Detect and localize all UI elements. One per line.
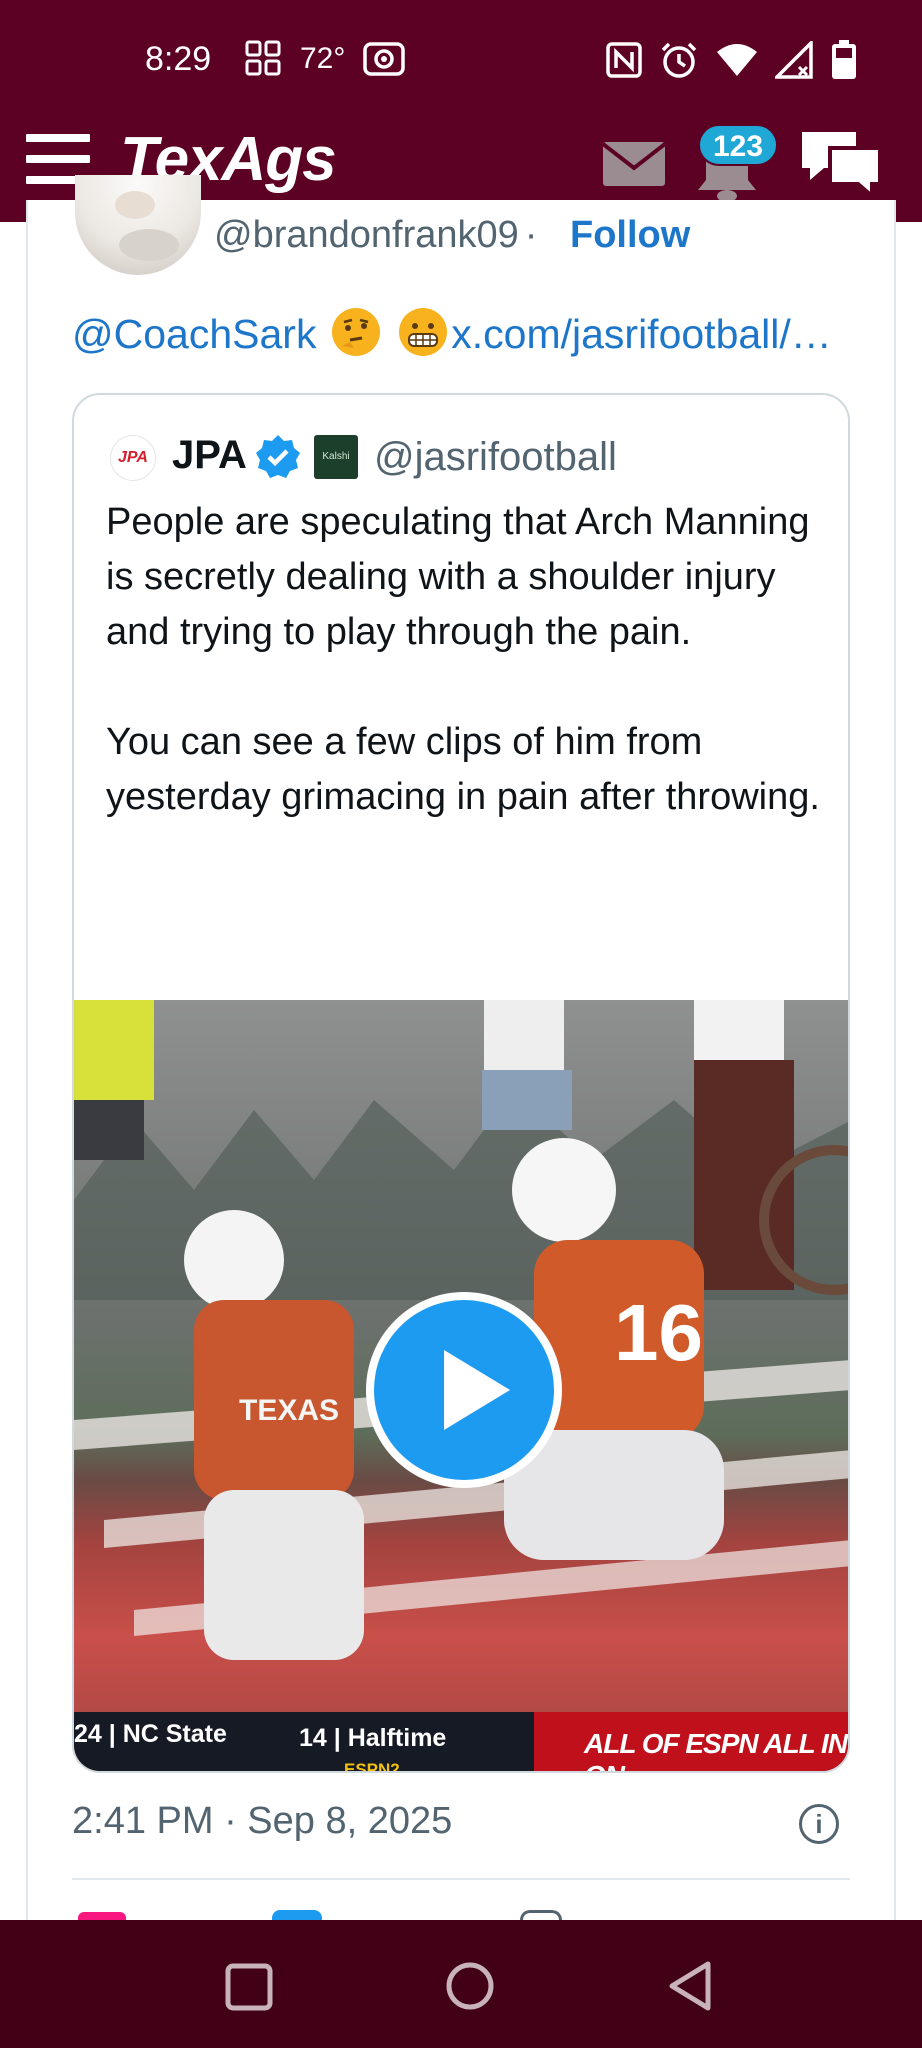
reply-icon[interactable] — [272, 1910, 322, 1920]
verified-badge-icon — [256, 435, 300, 478]
jpa-logo-icon[interactable]: JPA — [110, 435, 156, 481]
nfc-icon — [606, 42, 642, 78]
video-thumbnail[interactable]: TEXAS 16 24 | NC State 14 | Halftime ESP… — [74, 1000, 848, 1773]
status-icons-right — [605, 40, 857, 80]
battery-icon — [832, 40, 856, 79]
espn-banner: ALL OF ESPN ALL IN ON — [534, 1712, 848, 1771]
author-handle-text[interactable]: @brandonfrank09 — [214, 214, 519, 256]
mention-link[interactable]: @CoachSark — [72, 311, 316, 357]
mail-icon[interactable] — [603, 142, 665, 186]
widgets-icon — [245, 40, 281, 76]
post-text: @CoachSark x.com/jasrifootball/… — [72, 308, 832, 358]
thinking-face-icon — [331, 308, 380, 356]
cast-icon — [363, 42, 405, 76]
back-icon[interactable] — [660, 1958, 720, 2014]
status-time: 8:29 — [145, 40, 212, 78]
home-icon[interactable] — [440, 1958, 500, 2014]
quoted-tweet[interactable]: JPA JPA Kalshi @jasrifootball People are… — [72, 393, 850, 1773]
wifi-icon — [717, 44, 757, 76]
chat-icon[interactable] — [798, 128, 884, 200]
jersey-number: 16 — [614, 1288, 703, 1377]
share-icon[interactable] — [520, 1910, 562, 1920]
quoted-author-handle[interactable]: @jasrifootball — [374, 435, 617, 480]
handle-separator: · — [524, 214, 538, 256]
author-handle[interactable]: @brandonfrank09 · — [214, 214, 543, 257]
quoted-tweet-body: People are speculating that Arch Manning… — [106, 501, 820, 818]
external-link[interactable]: x.com/jasrifootball/… — [451, 311, 832, 357]
recents-icon[interactable] — [218, 1958, 278, 2014]
jersey-text-left: TEXAS — [239, 1394, 339, 1427]
kalshi-affiliate-badge[interactable]: Kalshi — [314, 435, 358, 479]
broadcast-scorebar: 24 | NC State 14 | Halftime ESPN2 ALL OF… — [74, 1712, 848, 1773]
post-timestamp[interactable]: 2:41 PM · Sep 8, 2025 — [72, 1800, 452, 1843]
score-right: 14 | Halftime — [299, 1724, 447, 1752]
like-icon[interactable] — [78, 1912, 126, 1920]
play-button-icon[interactable] — [366, 1292, 562, 1488]
signal-icon — [775, 41, 813, 79]
divider — [72, 1878, 850, 1880]
status-temperature: 72° — [300, 42, 346, 75]
info-icon[interactable]: i — [799, 1804, 839, 1844]
quoted-author-name[interactable]: JPA — [172, 433, 247, 478]
alarm-icon — [661, 42, 697, 78]
grimacing-face-icon — [399, 308, 448, 356]
score-left: 24 | NC State — [74, 1720, 227, 1748]
status-bar: 8:29 72° — [0, 0, 922, 124]
system-nav-bar — [0, 1920, 922, 2048]
follow-button[interactable]: Follow — [570, 214, 690, 257]
network-label: ESPN2 — [344, 1760, 400, 1773]
notification-count-badge: 123 — [698, 124, 778, 166]
